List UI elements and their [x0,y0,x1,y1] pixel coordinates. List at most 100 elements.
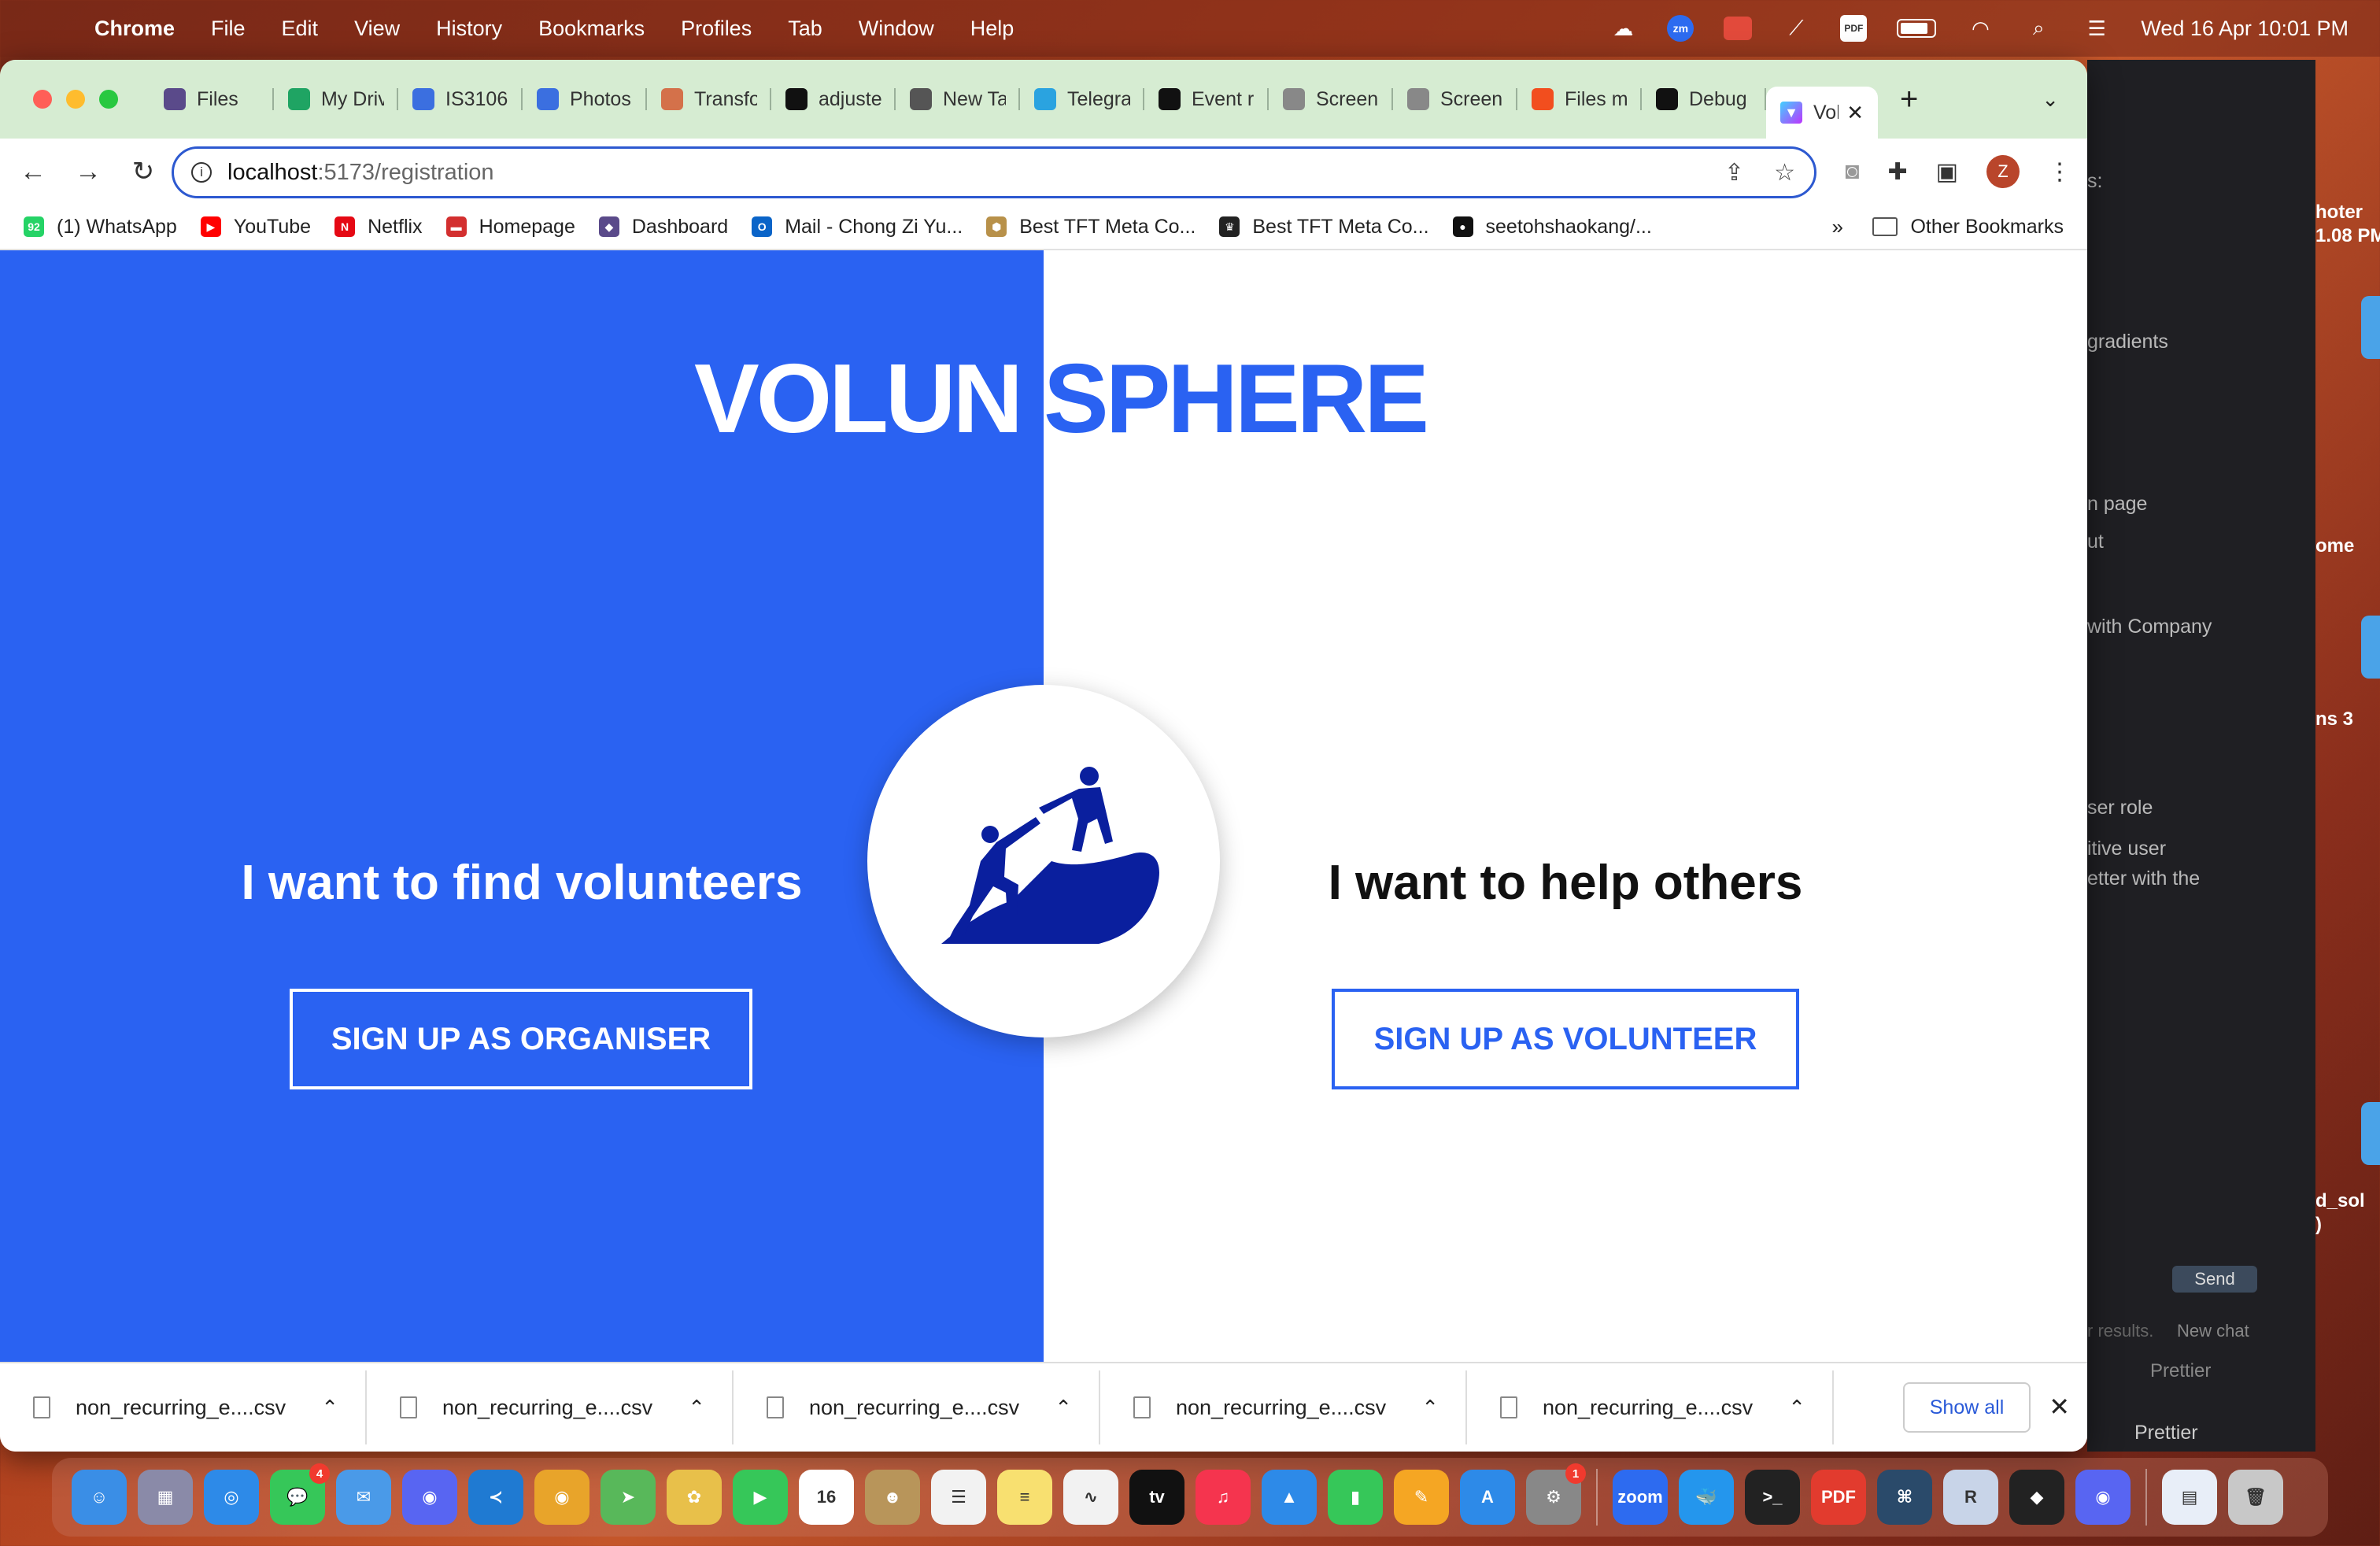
finder-icon[interactable]: ☺ [72,1470,127,1525]
close-tab-icon[interactable]: ✕ [1846,101,1864,125]
launchpad-icon[interactable]: ▦ [138,1470,193,1525]
tab-active[interactable]: ▼ Vol ✕ [1766,87,1878,139]
weather-icon[interactable]: ☁ [1609,17,1637,40]
download-item[interactable]: non_recurring_e....csv ⌃ [367,1363,734,1452]
notes-icon[interactable]: ≡ [997,1470,1052,1525]
desktop-file-icon[interactable] [2361,1102,2380,1165]
menu-edit[interactable]: Edit [282,17,319,41]
photos-icon[interactable]: ✿ [667,1470,722,1525]
sign-up-volunteer-button[interactable]: SIGN UP AS VOLUNTEER [1332,989,1799,1089]
download-options-chevron-icon[interactable]: ⌃ [1421,1396,1439,1420]
docker-icon[interactable]: 🐳 [1679,1470,1734,1525]
sign-up-organiser-button[interactable]: SIGN UP AS ORGANISER [290,989,752,1089]
bookmark-item[interactable]: 92 (1) WhatsApp [24,216,177,239]
reminders-icon[interactable]: ☰ [931,1470,986,1525]
download-options-chevron-icon[interactable]: ⌃ [321,1396,338,1420]
bookmark-item[interactable]: ▬ Homepage [445,216,575,239]
pages-icon[interactable]: ✎ [1394,1470,1449,1525]
menu-help[interactable]: Help [970,17,1014,41]
vscode-icon[interactable]: ≺ [468,1470,523,1525]
music-icon[interactable]: ♫ [1196,1470,1251,1525]
safari-icon[interactable]: ◎ [204,1470,259,1525]
tab[interactable]: Event r [1144,77,1269,121]
side-panel-icon[interactable]: ▣ [1936,158,1958,186]
mysql-workbench-icon[interactable]: ⌘ [1877,1470,1932,1525]
search-icon[interactable]: ⌕ [2024,16,2053,40]
facetime-icon[interactable]: ▶ [733,1470,788,1525]
download-options-chevron-icon[interactable]: ⌃ [1055,1396,1072,1420]
minimize-window-button[interactable] [66,90,85,109]
maps-icon[interactable]: ➤ [601,1470,656,1525]
tab[interactable]: Screen [1393,77,1517,121]
close-window-button[interactable] [33,90,52,109]
keynote-icon[interactable]: ▲ [1262,1470,1317,1525]
menu-bookmarks[interactable]: Bookmarks [538,17,645,41]
share-icon[interactable]: ⇪ [1724,159,1744,187]
menu-window[interactable]: Window [859,17,934,41]
zoom-window-button[interactable] [99,90,118,109]
prettier-status-bar[interactable]: Prettier [2134,1422,2198,1444]
download-options-chevron-icon[interactable]: ⌃ [1788,1396,1805,1420]
profile-avatar[interactable]: Z [1986,155,2020,188]
appletv-icon[interactable]: tv [1129,1470,1184,1525]
feather-icon[interactable]: ⟋ [1782,16,1810,40]
download-item[interactable]: non_recurring_e....csv ⌃ [1467,1363,1834,1452]
tab[interactable]: adjusted [771,77,896,121]
discord-icon-2[interactable]: ◉ [2075,1470,2131,1525]
tab[interactable]: Debug [1642,77,1766,121]
tab[interactable]: New Tab [896,77,1020,121]
menu-tab[interactable]: Tab [788,17,822,41]
menu-app-name[interactable]: Chrome [94,17,175,41]
forward-button[interactable]: → [66,150,110,194]
chrome-menu-icon[interactable]: ⋮ [2048,158,2071,186]
address-bar[interactable]: i localhost:5173/registration ⇪ ☆ [172,146,1816,198]
tab[interactable]: Files [150,77,274,121]
terminal-icon[interactable]: >_ [1745,1470,1800,1525]
tab-search-chevron-icon[interactable]: ⌄ [2042,87,2059,112]
menu-view[interactable]: View [354,17,400,41]
show-all-downloads-button[interactable]: Show all [1903,1382,2031,1433]
bookmark-item[interactable]: ⬢ Best TFT Meta Co... [986,216,1196,239]
new-tab-button[interactable]: + [1900,82,1918,117]
battery-icon[interactable] [1897,19,1937,38]
calendar-icon[interactable]: 16 [799,1470,854,1525]
unity-icon[interactable]: ◆ [2009,1470,2064,1525]
numbers-icon[interactable]: ▮ [1328,1470,1383,1525]
bookmark-item[interactable]: ◆ Dashboard [598,216,728,239]
mail-icon[interactable]: ✉ [336,1470,391,1525]
tab[interactable]: Telegram [1020,77,1144,121]
menu-profiles[interactable]: Profiles [681,17,752,41]
chrome-icon[interactable]: ◉ [534,1470,589,1525]
desktop-file-icon[interactable] [2361,296,2380,359]
desktop-file-icon[interactable] [2361,616,2380,679]
new-chat-link[interactable]: New chat [2177,1321,2249,1341]
send-button[interactable]: Send [2172,1266,2257,1293]
menubar-datetime[interactable]: Wed 16 Apr 10:01 PM [2141,17,2349,41]
zoom-icon[interactable]: zoom [1613,1470,1668,1525]
more-bookmarks-button[interactable]: » [1832,215,1843,239]
tab[interactable]: Screen [1269,77,1393,121]
bookmark-item[interactable]: O Mail - Chong Zi Yu... [752,216,963,239]
tab[interactable]: Files m [1517,77,1642,121]
pdf-icon[interactable]: PDF [1840,15,1868,42]
back-button[interactable]: ← [11,150,55,194]
control-center-icon[interactable]: ☰ [2082,17,2111,40]
bookmark-item[interactable]: ▶ YouTube [200,216,311,239]
extensions-puzzle-icon[interactable]: ✚ [1888,158,1908,186]
bookmark-item[interactable]: ♛ Best TFT Meta Co... [1219,216,1429,239]
bookmark-star-icon[interactable]: ☆ [1774,159,1795,187]
pdf-expert-icon[interactable]: PDF [1811,1470,1866,1525]
bookmark-item[interactable]: N Netflix [334,216,423,239]
trash-icon[interactable]: 🗑 [2228,1470,2283,1525]
reload-button[interactable]: ↻ [121,150,165,194]
tab[interactable]: Photos [523,77,647,121]
preview-icon[interactable]: ▤ [2162,1470,2217,1525]
tab[interactable]: Transform [647,77,771,121]
prettier-status[interactable]: Prettier [2150,1360,2211,1382]
freeform-icon[interactable]: ∿ [1063,1470,1118,1525]
download-item[interactable]: non_recurring_e....csv ⌃ [734,1363,1100,1452]
download-item[interactable]: non_recurring_e....csv ⌃ [1100,1363,1467,1452]
messages-icon[interactable]: 💬 4 [270,1463,330,1525]
r-icon[interactable]: R [1943,1470,1998,1525]
contacts-icon[interactable]: ☻ [865,1470,920,1525]
